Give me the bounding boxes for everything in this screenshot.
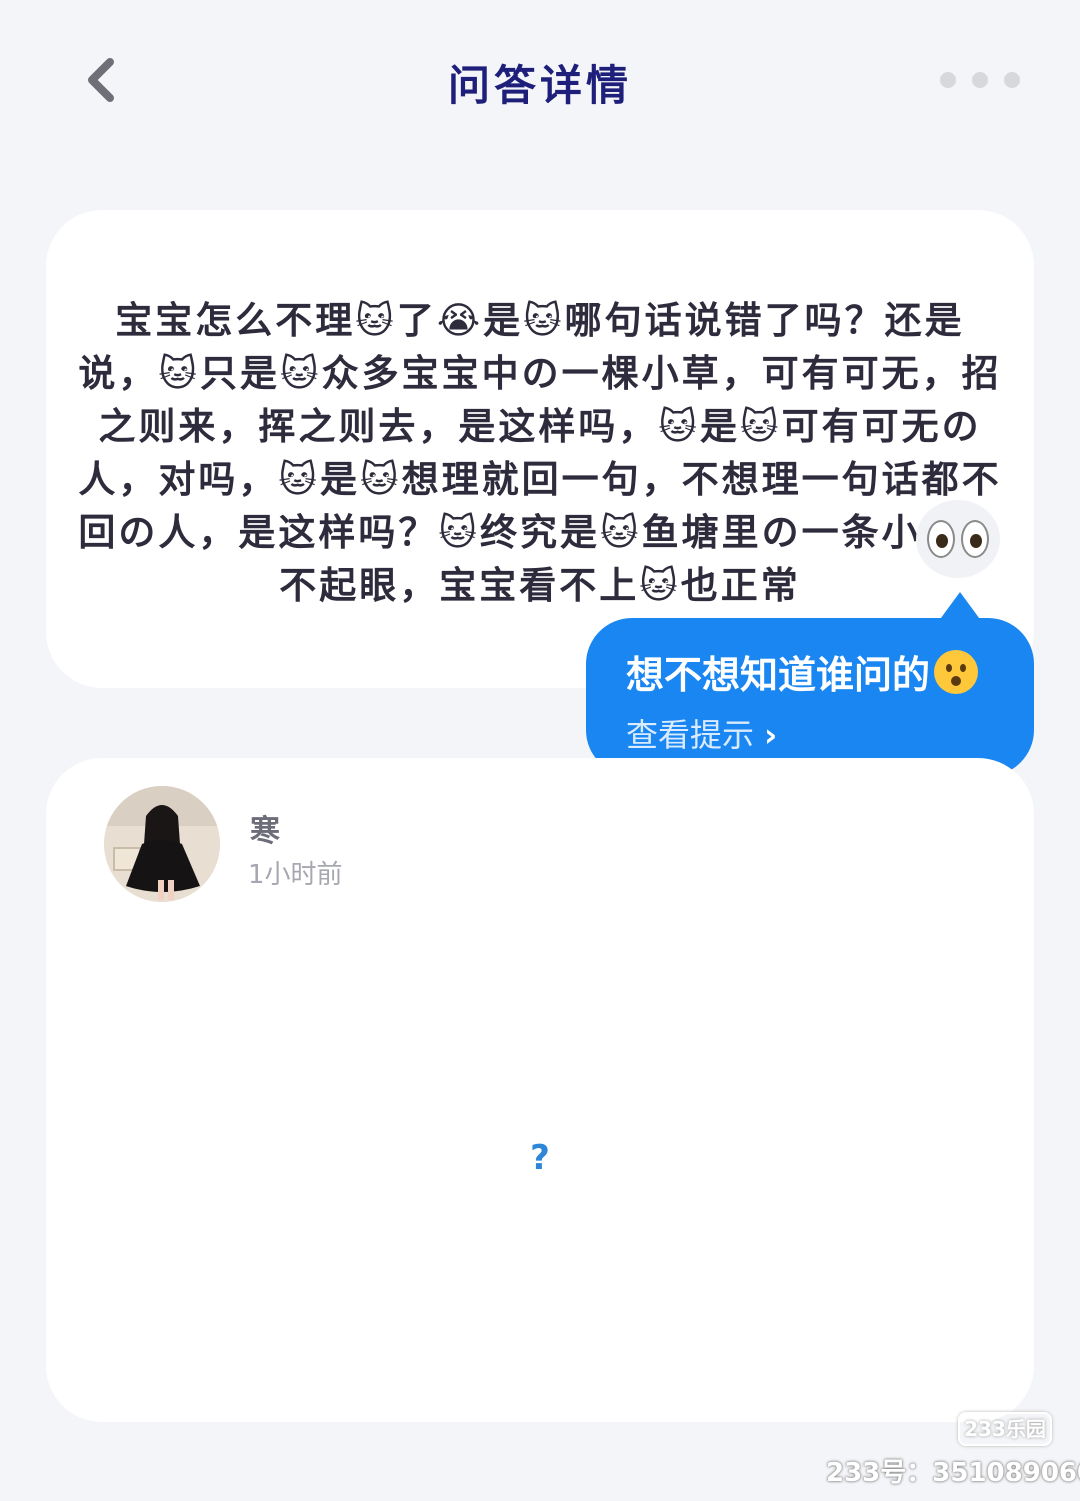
question-card: 宝宝怎么不理🐱了😭是🐱哪句话说错了吗？还是说，🐱只是🐱众多宝宝中の一棵小草，可有… bbox=[46, 210, 1034, 688]
view-hint-label: 查看提示 bbox=[626, 716, 755, 754]
answer-card: 寒 1小时前 ? bbox=[46, 758, 1034, 1422]
page-title: 问答详情 bbox=[447, 61, 632, 110]
more-dots-icon bbox=[972, 72, 988, 88]
hint-title-text: 想不想知道谁问的 bbox=[626, 653, 931, 697]
eyes-emoji-icon[interactable] bbox=[916, 500, 1000, 578]
post-timestamp: 1小时前 bbox=[248, 860, 343, 890]
answer-text: ? bbox=[530, 1138, 550, 1178]
user-name[interactable]: 寒 bbox=[250, 806, 280, 850]
chevron-right-icon: › bbox=[764, 716, 778, 754]
more-options-button[interactable] bbox=[940, 60, 1020, 100]
header-bar: 问答详情 bbox=[0, 0, 1080, 160]
avatar[interactable] bbox=[104, 786, 220, 902]
view-hint-link[interactable]: 查看提示 › bbox=[626, 710, 777, 756]
hint-bubble[interactable]: 想不想知道谁问的 查看提示 › bbox=[586, 592, 1034, 776]
eye-icon bbox=[961, 520, 989, 558]
hint-title: 想不想知道谁问的 bbox=[626, 644, 979, 699]
hushed-face-emoji-icon bbox=[934, 650, 979, 694]
more-dots-icon bbox=[940, 72, 956, 88]
watermark-logo: 233乐园 bbox=[958, 1412, 1052, 1446]
eye-icon bbox=[927, 520, 955, 558]
user-avatar-photo bbox=[104, 786, 220, 902]
watermark-id: 233号：351089060 bbox=[826, 1458, 1080, 1488]
question-text: 宝宝怎么不理🐱了😭是🐱哪句话说错了吗？还是说，🐱只是🐱众多宝宝中の一棵小草，可有… bbox=[78, 299, 1002, 607]
more-dots-icon bbox=[1004, 72, 1020, 88]
